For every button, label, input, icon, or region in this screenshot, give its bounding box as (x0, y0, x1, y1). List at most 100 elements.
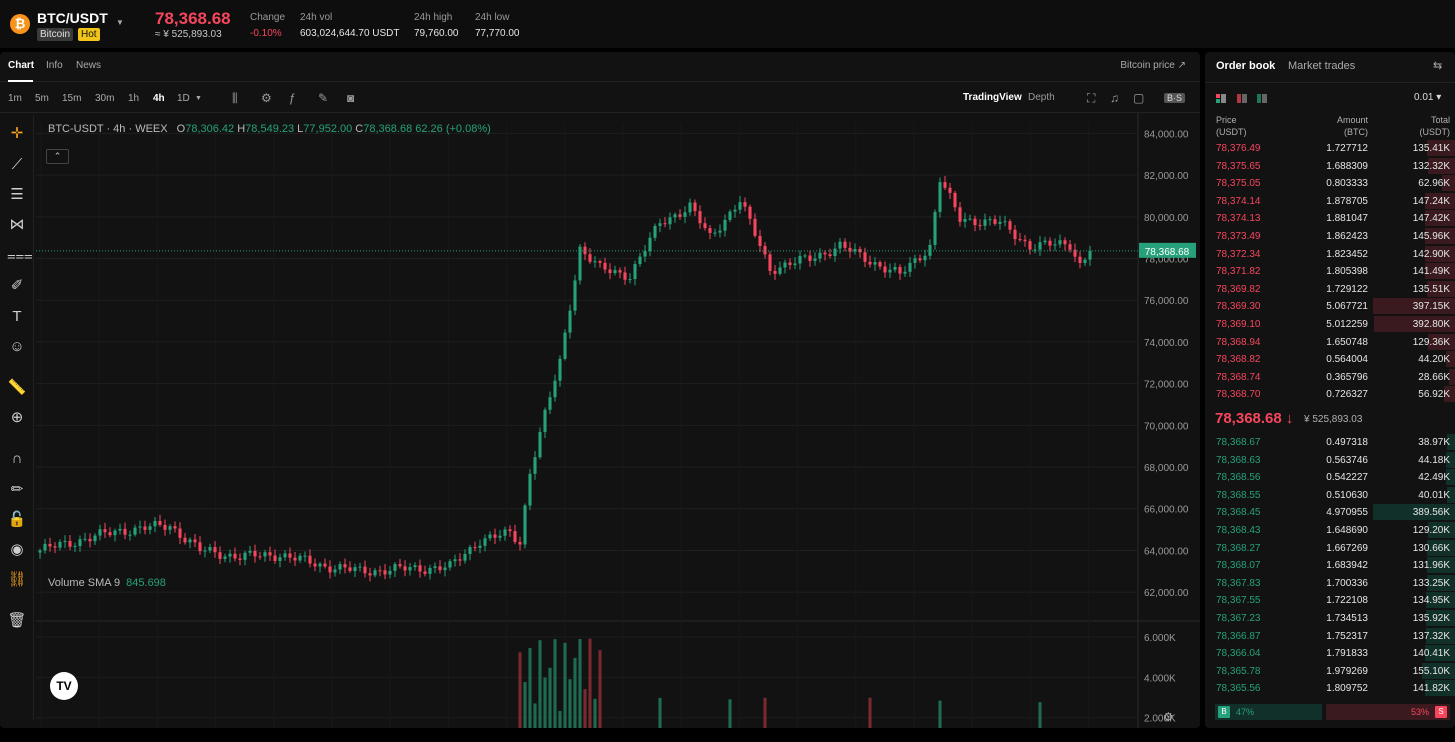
fx-icon[interactable]: ƒ (289, 91, 296, 105)
candle-body (788, 262, 792, 266)
timeframe-1h[interactable]: 1h (128, 93, 139, 104)
layout-icon[interactable]: ▢ (1133, 91, 1144, 105)
ask-row[interactable]: 78,369.30 5.067721 397.15K (1205, 298, 1455, 316)
candle-body (613, 270, 617, 274)
timeframe-1m[interactable]: 1m (8, 93, 22, 104)
row-price: 78,368.07 (1216, 560, 1261, 572)
bid-row[interactable]: 78,368.63 0.563746 44.18K (1205, 451, 1455, 470)
sell-badge: S (1435, 706, 1447, 718)
candle-body (553, 380, 557, 398)
candle-body (688, 202, 692, 213)
chevron-down-icon[interactable]: ▼ (195, 95, 202, 102)
chart-settings-icon[interactable]: ⚙ (1163, 710, 1174, 724)
bid-row[interactable]: 78,368.56 0.542227 42.49K (1205, 469, 1455, 487)
ask-row[interactable]: 78,368.94 1.650748 129.36K (1205, 333, 1455, 352)
timeframe-1d[interactable]: 1D (177, 93, 190, 104)
candle-body (1078, 256, 1082, 264)
bid-row[interactable]: 78,368.67 0.497318 38.97K (1205, 434, 1455, 452)
bid-row[interactable]: 78,368.27 1.667269 130.66K (1205, 539, 1455, 558)
both-sides-view-icon[interactable] (1216, 94, 1226, 104)
candle-body (1028, 241, 1032, 250)
candle-body (353, 567, 357, 571)
bitcoin-price-link[interactable]: Bitcoin price ↗ (1120, 60, 1186, 71)
bid-row[interactable]: 78,367.23 1.734513 135.92K (1205, 610, 1455, 628)
tab-order-book[interactable]: Order book (1216, 60, 1275, 72)
ask-row[interactable]: 78,373.49 1.862423 145.96K (1205, 228, 1455, 246)
view-depth[interactable]: Depth (1028, 92, 1055, 103)
ask-row[interactable]: 78,374.14 1.878705 147.24K (1205, 192, 1455, 211)
ask-row[interactable]: 78,369.10 5.012259 392.80K (1205, 316, 1455, 334)
header-price-label: Price (1216, 115, 1237, 125)
candle-body (908, 262, 912, 272)
candle-body (748, 206, 752, 219)
ask-row[interactable]: 78,374.13 1.881047 147.42K (1205, 210, 1455, 228)
candle-body (943, 182, 947, 188)
ask-row[interactable]: 78,371.82 1.805398 141.49K (1205, 263, 1455, 281)
timeframe-4h[interactable]: 4h (153, 93, 165, 104)
alert-icon[interactable]: ♫ (1110, 91, 1119, 105)
price-chart[interactable]: 62,000.00 64,000.00 66,000.00 68,000.00 70,0… (0, 113, 1200, 728)
candle-body (433, 566, 437, 568)
candle-body (323, 563, 327, 567)
bid-row[interactable]: 78,368.07 1.683942 131.96K (1205, 557, 1455, 575)
price-tick-label: 80,000.00 (1144, 213, 1189, 224)
tab-market-trades[interactable]: Market trades (1288, 60, 1355, 72)
fullscreen-icon[interactable]: ⛶ (1087, 91, 1095, 106)
candle-body (53, 546, 57, 548)
candle-body (538, 431, 542, 458)
pair-selector[interactable]: BTC/USDT (37, 10, 108, 26)
bid-row[interactable]: 78,367.55 1.722108 134.95K (1205, 592, 1455, 610)
ask-row[interactable]: 78,372.34 1.823452 142.90K (1205, 245, 1455, 264)
last-price: 78,368.68 (155, 9, 231, 28)
candle-body (443, 567, 447, 571)
indicator-icon[interactable]: ⚙ (261, 91, 272, 105)
bid-row[interactable]: 78,368.43 1.648690 129.20K (1205, 522, 1455, 540)
bid-row[interactable]: 78,365.56 1.809752 141.82K (1205, 680, 1455, 698)
bid-row[interactable]: 78,366.04 1.791833 140.41K (1205, 645, 1455, 663)
chevron-down-icon[interactable]: ▼ (116, 18, 124, 27)
sell-percent: 53% (1410, 707, 1429, 717)
header-amount: Amount (BTC) (1337, 114, 1368, 138)
tab-news[interactable]: News (76, 60, 101, 71)
row-price: 78,369.30 (1216, 301, 1261, 313)
bids-only-view-icon[interactable] (1257, 94, 1267, 104)
ask-row[interactable]: 78,369.82 1.729122 135.51K (1205, 280, 1455, 299)
camera-icon[interactable]: ◙ (347, 91, 354, 105)
bid-row[interactable]: 78,368.45 4.970955 389.56K (1205, 504, 1455, 522)
template-icon[interactable]: ✎ (318, 91, 328, 105)
bid-row[interactable]: 78,367.83 1.700336 133.25K (1205, 574, 1455, 593)
timeframe-15m[interactable]: 15m (62, 93, 81, 104)
tradingview-logo[interactable]: TV (50, 672, 78, 700)
view-tradingview[interactable]: TradingView (963, 92, 1022, 103)
ask-row[interactable]: 78,368.74 0.365796 28.66K (1205, 368, 1455, 387)
row-total: 130.66K (1412, 542, 1450, 554)
candle-body (733, 209, 737, 212)
candle-body (1013, 229, 1017, 240)
candle-body (593, 261, 597, 263)
candle-body (673, 214, 677, 218)
tab-chart[interactable]: Chart (8, 60, 34, 71)
timeframe-5m[interactable]: 5m (35, 93, 49, 104)
candle-body (238, 558, 242, 560)
toggle-icon[interactable]: B·S (1164, 93, 1186, 103)
bid-row[interactable]: 78,366.87 1.752317 137.32K (1205, 627, 1455, 646)
ask-row[interactable]: 78,375.05 0.803333 62.96K (1205, 175, 1455, 193)
tab-info[interactable]: Info (46, 60, 63, 71)
bid-row[interactable]: 78,368.55 0.510630 40.01K (1205, 486, 1455, 505)
candle-type-icon[interactable]: ⫼ (232, 91, 238, 106)
candle-body (608, 269, 612, 274)
ask-row[interactable]: 78,368.70 0.726327 56.92K (1205, 386, 1455, 404)
ask-row[interactable]: 78,375.65 1.688309 132.32K (1205, 157, 1455, 176)
candle-body (1043, 240, 1047, 243)
mid-price: 78,368.68 ↓ (1215, 410, 1294, 427)
timeframe-30m[interactable]: 30m (95, 93, 114, 104)
precision-select[interactable]: 0.01 ▾ (1414, 92, 1441, 103)
ask-row[interactable]: 78,376.49 1.727712 135.41K (1205, 140, 1455, 158)
candle-body (803, 255, 807, 257)
legend-collapse-button[interactable]: ⌃ (46, 149, 69, 164)
asks-only-view-icon[interactable] (1237, 94, 1247, 104)
orderbook-settings-icon[interactable]: ⇆ (1433, 59, 1442, 72)
bid-row[interactable]: 78,365.78 1.979269 155.10K (1205, 662, 1455, 681)
row-amount: 1.727712 (1326, 143, 1368, 154)
ask-row[interactable]: 78,368.82 0.564004 44.20K (1205, 351, 1455, 369)
